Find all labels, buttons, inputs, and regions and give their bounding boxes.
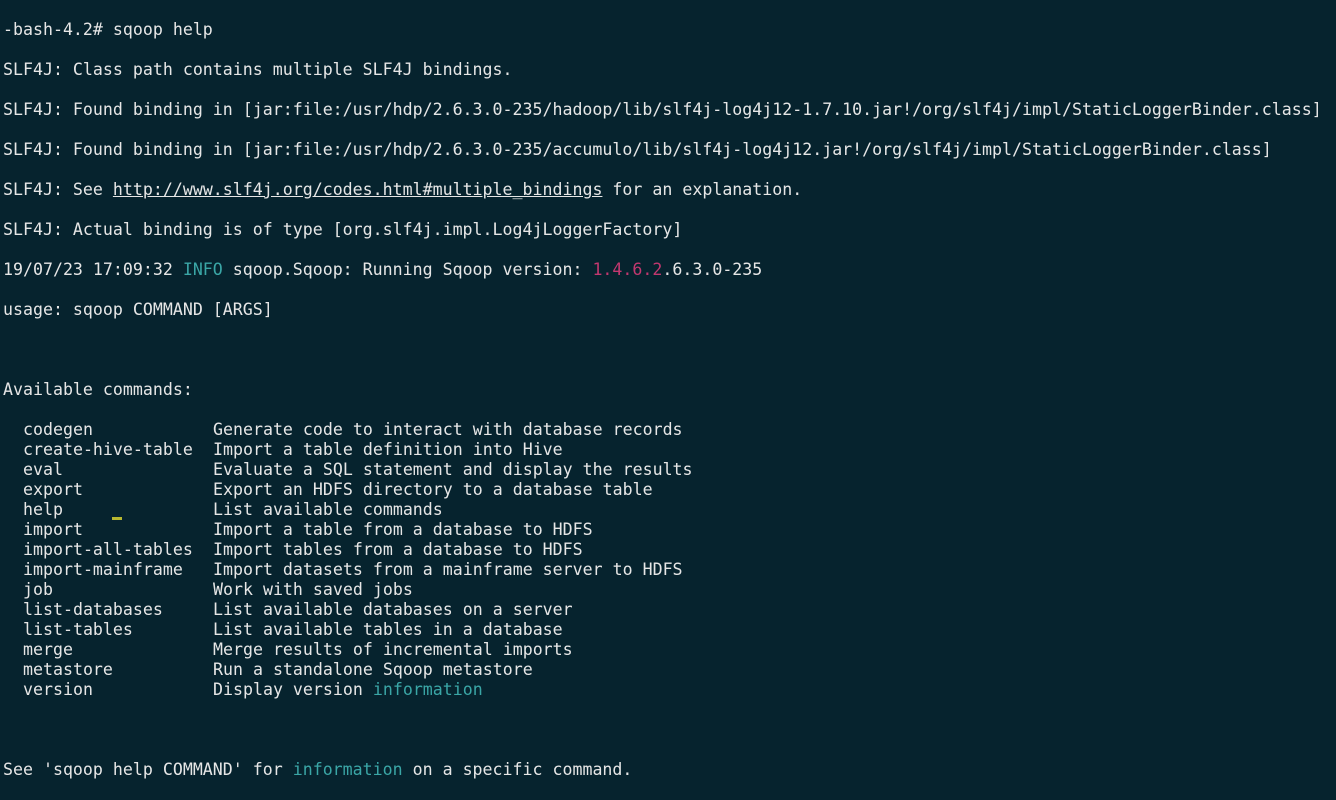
shell-prompt-line: -bash-4.2# sqoop help [3,20,213,39]
command-description: Import tables from a database to HDFS [213,540,583,559]
command-name: version [23,680,93,699]
terminal-output[interactable]: -bash-4.2# sqoop help SLF4J: Class path … [3,0,1333,779]
slf4j-line: SLF4J: Found binding in [jar:file:/usr/h… [3,100,1322,119]
footer-line: See 'sqoop help COMMAND' for information… [3,760,1333,780]
command-description: Evaluate a SQL statement and display the… [213,460,693,479]
commands-list: codegen Generate code to interact with da… [3,420,1333,700]
version-highlight: 1.4.6.2 [592,260,663,279]
command-row: job Work with saved jobs [3,580,1333,600]
command-description: Export an HDFS directory to a database t… [213,480,653,499]
command-description: Display version [213,680,373,699]
usage-line: usage: sqoop COMMAND [ARGS] [3,300,273,319]
command-name: list-tables [23,620,133,639]
command-name: codegen [23,420,93,439]
command-name: job [23,580,53,599]
command-description: Import a table from a database to HDFS [213,520,593,539]
version-rest: .6.3.0-235 [662,260,763,279]
command-name: create-hive-table [23,440,193,459]
command-name: eval [23,460,63,479]
command-description: Work with saved jobs [213,580,413,599]
command-name: help [23,500,63,519]
footer-suffix: on a specific command. [402,760,633,779]
command-description: Run a standalone Sqoop metastore [213,660,533,679]
command-description: Generate code to interact with database … [213,420,683,439]
command-name: list-databases [23,600,163,619]
slf4j-see-prefix: SLF4J: See [3,180,113,199]
command-row: version Display version information [3,680,1333,700]
command-row: export Export an HDFS directory to a data… [3,480,1333,500]
command-name: import-mainframe [23,560,183,579]
slf4j-docs-link[interactable]: http://www.slf4j.org/codes.html#multiple… [113,180,603,199]
command-description: List available commands [213,500,443,519]
command-description: Merge results of incremental imports [213,640,573,659]
slf4j-line: SLF4J: Class path contains multiple SLF4… [3,60,513,79]
command-row: list-tables List available tables in a da… [3,620,1333,640]
command-name: metastore [23,660,113,679]
command-description-highlight: information [372,680,483,699]
command-description: Import a table definition into Hive [213,440,563,459]
slf4j-line: SLF4J: Found binding in [jar:file:/usr/h… [3,140,1272,159]
command-name: import-all-tables [23,540,193,559]
log-timestamp: 19/07/23 17:09:32 [3,260,183,279]
command-name: export [23,480,83,499]
footer-prefix: See 'sqoop help COMMAND' for [3,760,293,779]
footer-highlight: information [292,760,403,779]
command-row: help List available commands [3,500,1333,520]
log-level: INFO [182,260,223,279]
command-row: eval Evaluate a SQL statement and display… [3,460,1333,480]
command-row: import-mainframe Import datasets from a m… [3,560,1333,580]
command-row: codegen Generate code to interact with da… [3,420,1333,440]
command-row: metastore Run a standalone Sqoop metastor… [3,660,1333,680]
command-row: merge Merge results of incremental import… [3,640,1333,660]
command-row: create-hive-table Import a table definiti… [3,440,1333,460]
command-description: Import datasets from a mainframe server … [213,560,683,579]
command-description: List available databases on a server [213,600,573,619]
command-description: List available tables in a database [213,620,563,639]
terminal-cursor [112,517,122,520]
command-row: import-all-tables Import tables from a da… [3,540,1333,560]
log-line: 19/07/23 17:09:32 INFO sqoop.Sqoop: Runn… [3,260,1333,280]
slf4j-line: SLF4J: Actual binding is of type [org.sl… [3,220,683,239]
slf4j-see-suffix: for an explanation. [602,180,803,199]
available-commands-header: Available commands: [3,380,193,399]
command-name: import [23,520,83,539]
command-row: list-databases List available databases o… [3,600,1333,620]
command-row: import Import a table from a database to … [3,520,1333,540]
log-message: sqoop.Sqoop: Running Sqoop version: [222,260,593,279]
slf4j-explanation-line: SLF4J: See http://www.slf4j.org/codes.ht… [3,180,1333,200]
command-name: merge [23,640,73,659]
